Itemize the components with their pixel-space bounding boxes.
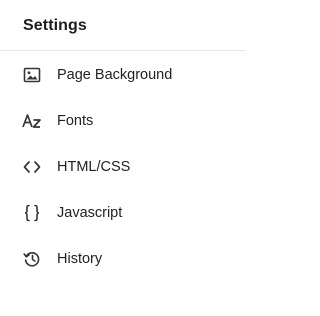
menu-item-history[interactable]: History <box>0 236 246 282</box>
code-icon <box>22 157 42 177</box>
menu-item-label: Javascript <box>57 205 123 221</box>
menu-item-fonts[interactable]: Fonts <box>0 98 246 144</box>
menu-item-label: History <box>57 251 103 267</box>
menu-item-page-background[interactable]: Page Background <box>0 52 246 98</box>
menu-item-label: Page Background <box>57 67 173 83</box>
menu-item-label: Fonts <box>57 113 94 129</box>
history-icon <box>22 249 42 269</box>
page-title: Settings <box>23 17 87 34</box>
image-icon <box>22 65 42 85</box>
menu-item-label: HTML/CSS <box>57 159 131 175</box>
menu-item-html-css[interactable]: HTML/CSS <box>0 144 246 190</box>
settings-menu: Page Background Fonts HTML/CSS Javascrip… <box>0 52 246 282</box>
settings-header: Settings <box>0 0 246 51</box>
settings-panel: Settings Page Background Fonts HTML/CSS … <box>0 0 246 316</box>
braces-icon <box>22 203 42 223</box>
font-icon <box>22 111 42 131</box>
menu-item-javascript[interactable]: Javascript <box>0 190 246 236</box>
